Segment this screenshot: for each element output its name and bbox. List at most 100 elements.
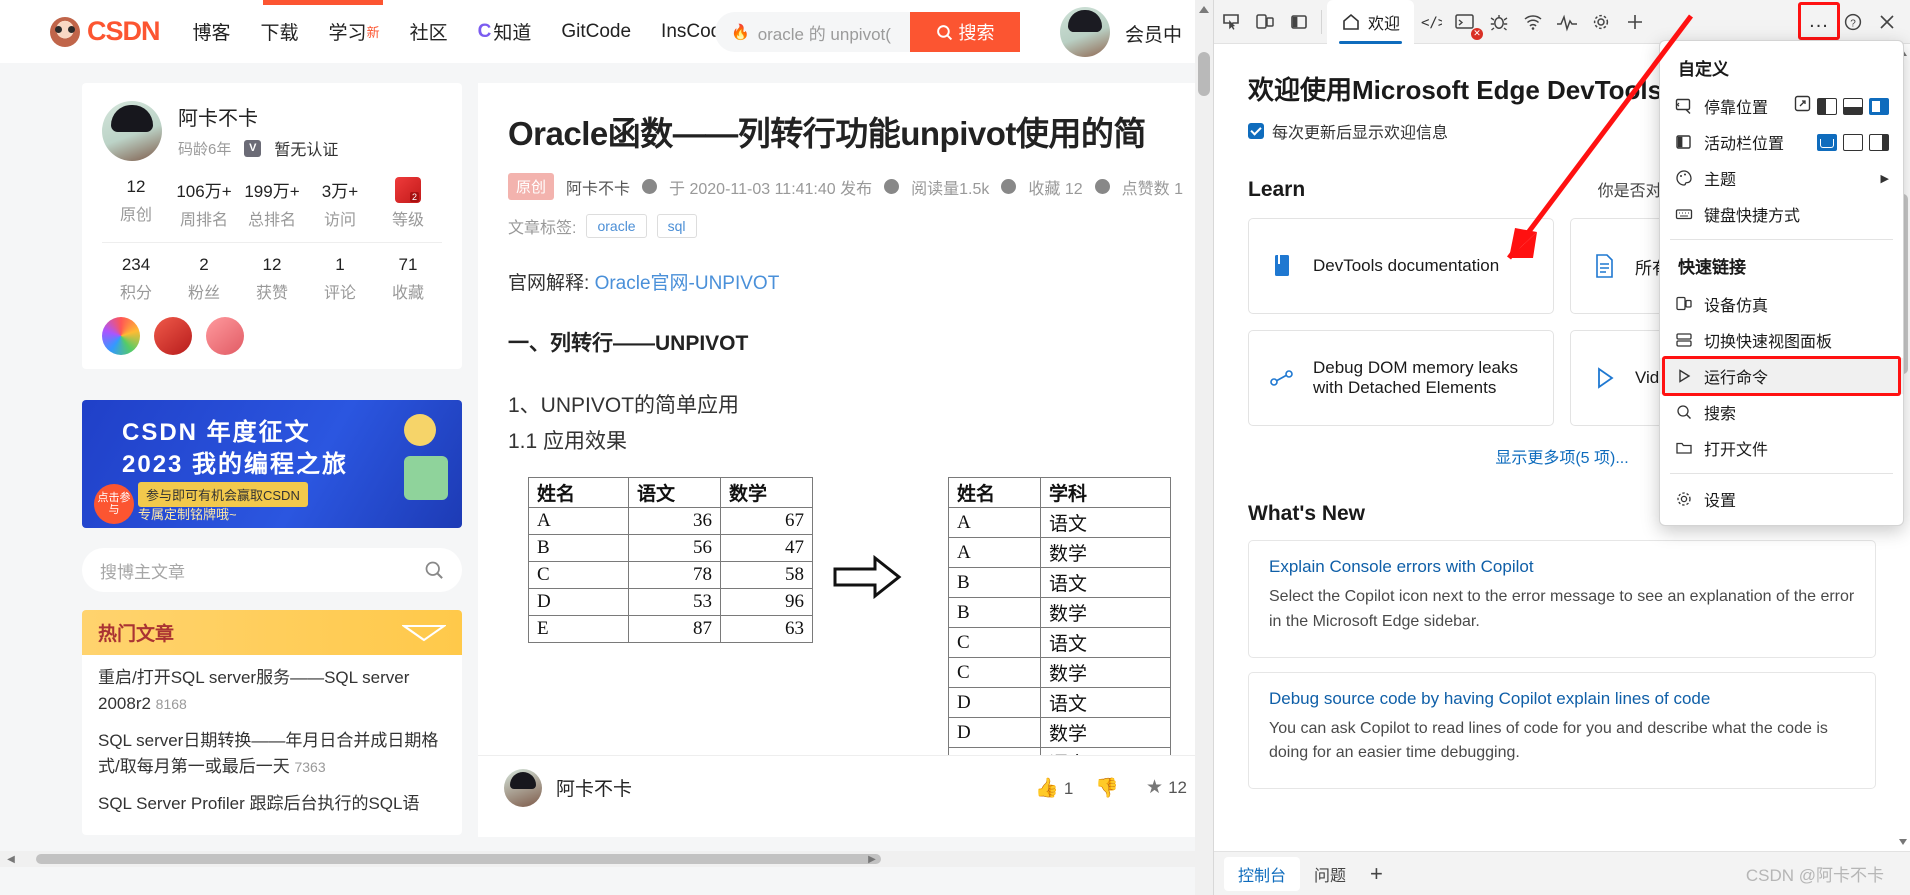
device-emulation-icon[interactable] bbox=[1248, 5, 1282, 39]
favorite-button[interactable]: ★ 12 bbox=[1146, 776, 1187, 799]
article-author[interactable]: 阿卡不卡 bbox=[566, 175, 630, 199]
list-item[interactable]: SQL server日期转换——年月日合并成日期格式/取每月第一或最后一天 73… bbox=[98, 728, 446, 779]
scroll-up-arrow[interactable] bbox=[1199, 6, 1209, 13]
dock-bottom-option[interactable] bbox=[1843, 97, 1863, 115]
dock-left-option[interactable] bbox=[1817, 97, 1837, 115]
menu-item-activity-bar-position[interactable]: 活动栏位置 bbox=[1660, 124, 1903, 160]
clock-icon bbox=[642, 179, 658, 194]
table-row: C 78 58 bbox=[528, 561, 813, 589]
menu-item-dock-position[interactable]: 停靠位置 bbox=[1660, 88, 1903, 124]
nav-item-download[interactable]: 下载 bbox=[261, 18, 299, 45]
medal-icon-2[interactable] bbox=[154, 317, 192, 355]
like-button[interactable]: 👍 1 bbox=[1035, 776, 1073, 800]
plus-icon[interactable] bbox=[1618, 5, 1652, 39]
drawer-tab-issues[interactable]: 问题 bbox=[1300, 857, 1360, 891]
close-icon[interactable] bbox=[1870, 5, 1904, 39]
table-row: D 语文 bbox=[948, 687, 1171, 718]
nav-item-blog[interactable]: 博客 bbox=[193, 18, 231, 45]
nav-item-learn[interactable]: 学习新 bbox=[329, 18, 380, 45]
banner-join-tag[interactable]: 点击参与 bbox=[94, 484, 134, 524]
activity-bar-vertical-option[interactable] bbox=[1869, 133, 1889, 151]
drawer-tab-console[interactable]: 控制台 bbox=[1224, 856, 1301, 891]
card-devtools-documentation[interactable]: DevTools documentation bbox=[1248, 218, 1554, 314]
menu-item-run-command[interactable]: 运行命令 bbox=[1660, 356, 1903, 396]
activity-bar-horizontal-option[interactable] bbox=[1817, 133, 1837, 151]
card-debug-dom-memory-leaks[interactable]: Debug DOM memory leaks with Detached Ele… bbox=[1248, 330, 1554, 426]
medal-icon-3[interactable] bbox=[206, 317, 244, 355]
footer-author-name: 阿卡不卡 bbox=[556, 779, 633, 800]
more-options-button[interactable]: ... bbox=[1798, 1, 1840, 40]
whats-new-title: What's New bbox=[1248, 502, 1366, 525]
profile-cert: 暂无认证 bbox=[274, 142, 339, 159]
search-button[interactable]: 搜索 bbox=[910, 12, 1020, 52]
csdn-logo[interactable]: CSDN bbox=[50, 16, 161, 47]
tag-sql[interactable]: sql bbox=[656, 214, 697, 238]
more-button-highlight bbox=[1798, 1, 1840, 40]
tab-welcome[interactable]: 欢迎 bbox=[1327, 0, 1415, 44]
elements-icon[interactable]: </> bbox=[1414, 5, 1448, 39]
settings-gear-icon[interactable] bbox=[1584, 5, 1618, 39]
nav-item-zhidao[interactable]: C 知道 bbox=[478, 18, 532, 45]
news-description: You can ask Copilot to read lines of cod… bbox=[1269, 719, 1828, 762]
news-card: Explain Console errors with Copilot Sele… bbox=[1248, 540, 1876, 658]
tag-oracle[interactable]: oracle bbox=[586, 214, 647, 238]
search-input-value: oracle 的 unpivot( bbox=[757, 24, 891, 44]
menu-item-keyboard-shortcuts[interactable]: 键盘快捷方式 bbox=[1660, 196, 1903, 232]
nav-item-community[interactable]: 社区 bbox=[410, 18, 448, 45]
promo-banner[interactable]: CSDN 年度征文 2023 我的编程之旅 参与即可有机会赢取CSDN 专属定制… bbox=[82, 400, 462, 528]
nav-item-gitcode[interactable]: GitCode bbox=[561, 21, 631, 43]
drawer-add-tab-button[interactable]: + bbox=[1370, 861, 1383, 887]
tab-accent-bar bbox=[263, 0, 383, 5]
show-welcome-checkbox[interactable] bbox=[1248, 123, 1264, 139]
thumbs-up-icon: 👍 bbox=[1035, 777, 1059, 799]
horizontal-scroll-thumb[interactable] bbox=[36, 854, 881, 864]
menu-item-theme[interactable]: 主题 ▶ bbox=[1660, 160, 1903, 196]
blog-search-box[interactable]: 搜博主文章 bbox=[82, 548, 462, 592]
performance-icon[interactable] bbox=[1550, 5, 1584, 39]
scroll-left-arrow[interactable]: ◀ bbox=[2, 851, 20, 867]
table-row: D 数学 bbox=[948, 717, 1171, 748]
profile-avatar[interactable] bbox=[102, 101, 162, 161]
profile-code-age: 码龄6年 bbox=[178, 140, 232, 158]
list-item[interactable]: 重启/打开SQL server服务——SQL server 2008r2 816… bbox=[98, 665, 446, 716]
menu-item-search[interactable]: 搜索 bbox=[1660, 394, 1903, 430]
devtools-drawer-tabbar: 控制台 问题 + CSDN @阿卡不卡 bbox=[1214, 851, 1910, 895]
menu-item-settings[interactable]: 设置 bbox=[1660, 481, 1903, 517]
table-row: B 语文 bbox=[948, 567, 1171, 598]
help-icon[interactable]: ? bbox=[1836, 5, 1870, 39]
menu-item-open-file[interactable]: 打开文件 bbox=[1660, 430, 1903, 466]
menu-item-label: 设置 bbox=[1704, 493, 1737, 510]
footer-avatar[interactable] bbox=[504, 768, 542, 807]
horizontal-scrollbar[interactable]: ◀ ▶ bbox=[0, 851, 1213, 867]
toolbar-divider bbox=[1321, 9, 1322, 34]
activity-bar-top-option[interactable] bbox=[1843, 133, 1863, 151]
medal-icon-1[interactable] bbox=[102, 317, 140, 355]
banner-square-decor bbox=[404, 456, 448, 500]
member-center-link[interactable]: 会员中 bbox=[1125, 20, 1182, 47]
inspect-element-icon[interactable] bbox=[1214, 5, 1248, 39]
page-vertical-scrollbar[interactable] bbox=[1195, 0, 1213, 895]
vertical-scroll-thumb[interactable] bbox=[1198, 52, 1210, 96]
oracle-doc-link[interactable]: Oracle官网-UNPIVOT bbox=[595, 273, 780, 294]
eye-icon bbox=[884, 179, 900, 194]
news-title[interactable]: Debug source code by having Copilot expl… bbox=[1269, 689, 1855, 709]
menu-item-device-emulation[interactable]: 设备仿真 bbox=[1660, 286, 1903, 322]
bug-icon[interactable] bbox=[1482, 5, 1516, 39]
article-likes: 点赞数 1 bbox=[1121, 180, 1183, 198]
list-item[interactable]: SQL Server Profiler 跟踪后台执行的SQL语 bbox=[98, 791, 446, 817]
menu-item-label: 停靠位置 bbox=[1704, 100, 1769, 117]
table-header-row: 姓名 学科 bbox=[948, 477, 1171, 508]
menu-item-toggle-quick-view[interactable]: 切换快速视图面板 bbox=[1660, 322, 1903, 358]
user-avatar[interactable] bbox=[1060, 7, 1110, 57]
dock-side-icon[interactable] bbox=[1282, 5, 1316, 39]
profile-name[interactable]: 阿卡不卡 bbox=[178, 102, 338, 131]
scroll-right-arrow[interactable]: ▶ bbox=[863, 851, 881, 867]
news-title[interactable]: Explain Console errors with Copilot bbox=[1269, 557, 1855, 577]
undock-icon[interactable] bbox=[1794, 95, 1811, 117]
console-error-icon[interactable]: ✕ bbox=[1448, 5, 1484, 40]
dislike-button[interactable]: 👎 bbox=[1095, 776, 1124, 800]
network-icon[interactable] bbox=[1516, 5, 1550, 39]
dock-right-option[interactable] bbox=[1869, 97, 1889, 115]
devtools-scroll-down-arrow[interactable] bbox=[1899, 839, 1907, 845]
watermark-text: CSDN @阿卡不卡 bbox=[1745, 866, 1884, 885]
